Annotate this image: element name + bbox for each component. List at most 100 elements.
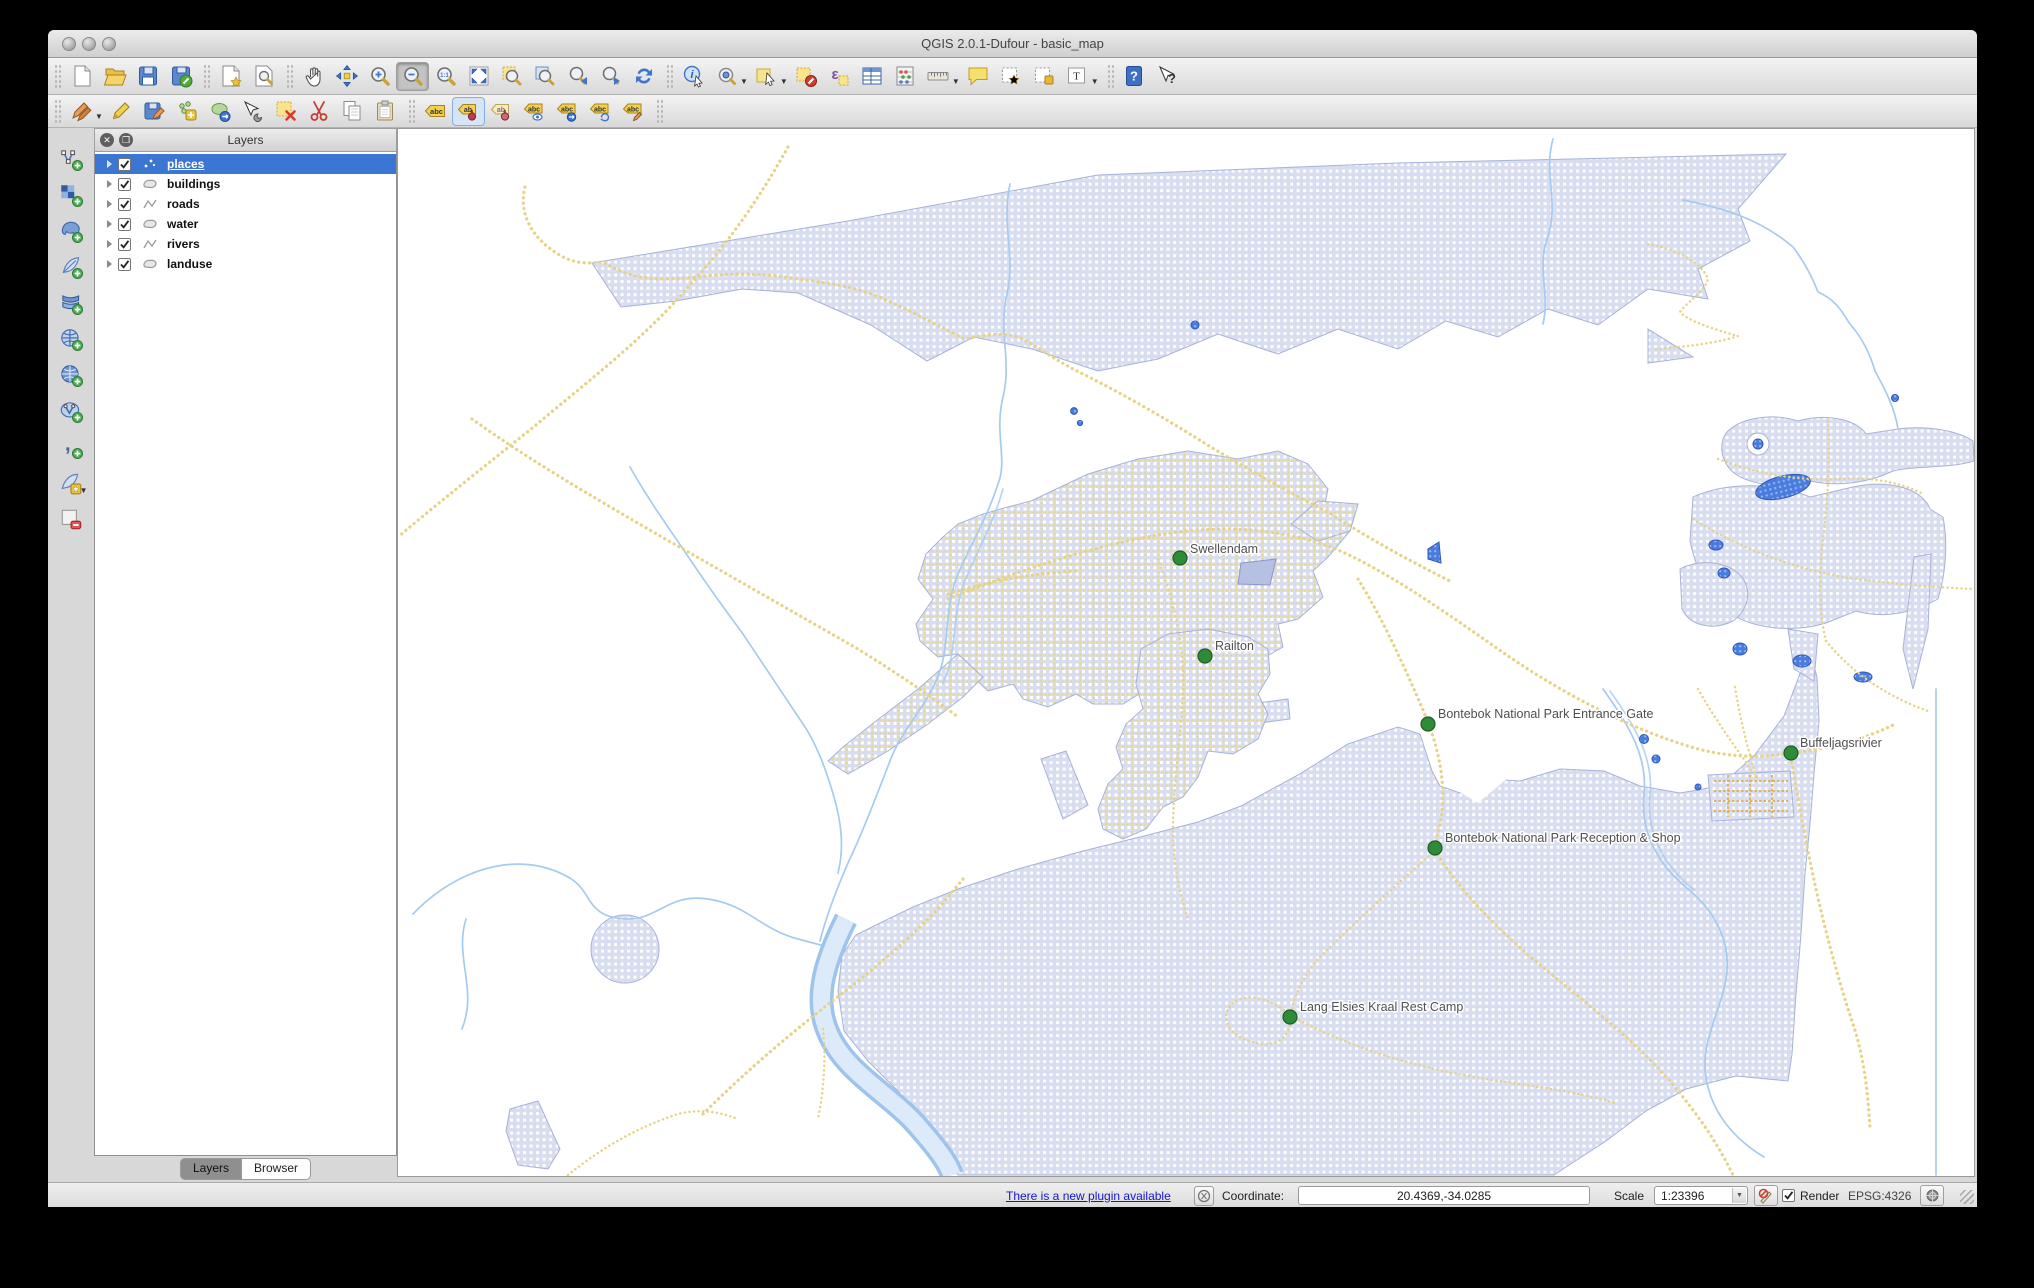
zoom-last-icon[interactable] xyxy=(561,62,594,91)
add-raster-layer-icon[interactable] xyxy=(55,180,88,209)
layer-item-rivers[interactable]: rivers xyxy=(95,234,396,254)
help-contents-icon[interactable]: ? xyxy=(1118,62,1151,91)
combo-dropdown-icon[interactable]: ▼ xyxy=(1732,1188,1746,1203)
whats-this-icon[interactable]: ? xyxy=(1151,62,1184,91)
layer-checkbox[interactable] xyxy=(118,217,131,231)
stop-render-icon[interactable] xyxy=(1754,1185,1778,1206)
add-feature-icon[interactable] xyxy=(171,97,204,126)
expand-arrow-icon[interactable] xyxy=(107,180,112,188)
layer-checkbox[interactable] xyxy=(118,177,131,191)
expand-arrow-icon[interactable] xyxy=(107,160,112,168)
toolbar-drag-handle[interactable] xyxy=(54,99,61,123)
coordinate-input[interactable]: 20.4369,-34.0285 xyxy=(1298,1186,1590,1205)
text-annotation-icon[interactable]: T xyxy=(1061,62,1094,91)
place-marker-railton[interactable] xyxy=(1197,648,1213,664)
float-panel-icon[interactable]: ❐ xyxy=(119,133,133,147)
node-tool-icon[interactable] xyxy=(237,97,270,126)
layer-checkbox[interactable] xyxy=(118,197,131,211)
zoom-actual-size-icon[interactable]: 1:1 xyxy=(429,62,462,91)
plugin-available-link[interactable]: There is a new plugin available xyxy=(1006,1189,1171,1203)
zoom-next-icon[interactable] xyxy=(594,62,627,91)
pan-map-icon[interactable] xyxy=(297,62,330,91)
place-marker-buffeljagsrivier[interactable] xyxy=(1783,745,1799,761)
layer-item-roads[interactable]: roads xyxy=(95,194,396,214)
new-print-composer-icon[interactable] xyxy=(214,62,247,91)
select-by-expression-icon[interactable]: ε xyxy=(823,62,856,91)
show-bookmarks-icon[interactable] xyxy=(1028,62,1061,91)
layer-checkbox[interactable] xyxy=(118,257,131,271)
current-edits-icon[interactable] xyxy=(65,97,98,126)
show-hide-labels-icon[interactable]: abc xyxy=(518,97,551,126)
place-marker-reception-shop[interactable] xyxy=(1427,840,1443,856)
delete-selected-icon[interactable] xyxy=(270,97,303,126)
identify-features-icon[interactable]: i xyxy=(677,62,710,91)
toolbar-drag-handle[interactable] xyxy=(666,64,673,88)
expand-arrow-icon[interactable] xyxy=(107,200,112,208)
render-checkbox[interactable] xyxy=(1782,1189,1795,1202)
plugin-icon[interactable] xyxy=(1194,1185,1214,1206)
save-project-as-icon[interactable] xyxy=(164,62,197,91)
paste-features-icon[interactable] xyxy=(369,97,402,126)
tab-layers[interactable]: Layers xyxy=(179,1158,242,1180)
toolbar-drag-handle[interactable] xyxy=(286,64,293,88)
run-feature-action-icon[interactable] xyxy=(710,62,743,91)
zoom-full-icon[interactable] xyxy=(462,62,495,91)
toolbar-drag-handle[interactable] xyxy=(655,99,663,123)
move-feature-icon[interactable] xyxy=(204,97,237,126)
save-layer-edits-icon[interactable] xyxy=(138,97,171,126)
toolbar-drag-handle[interactable] xyxy=(203,64,210,88)
new-shapefile-layer-icon[interactable]: ▼ xyxy=(55,468,88,497)
pan-to-selection-icon[interactable] xyxy=(330,62,363,91)
highlight-pinned-labels-icon[interactable]: ab xyxy=(485,97,518,126)
add-mssql-layer-icon[interactable] xyxy=(55,288,88,317)
toolbar-drag-handle[interactable] xyxy=(407,99,415,123)
zoom-out-icon[interactable] xyxy=(396,61,429,91)
add-postgis-layer-icon[interactable] xyxy=(55,216,88,245)
pin-unpin-labels-icon[interactable]: ab xyxy=(451,96,485,126)
zoom-to-selection-icon[interactable] xyxy=(495,62,528,91)
toggle-editing-icon[interactable] xyxy=(105,97,138,126)
map-tips-icon[interactable] xyxy=(962,62,995,91)
refresh-icon[interactable] xyxy=(627,62,660,91)
add-wfs-layer-icon[interactable] xyxy=(55,396,88,425)
copy-features-icon[interactable] xyxy=(336,97,369,126)
layer-item-places[interactable]: places xyxy=(95,154,396,174)
place-marker-lang-elsies[interactable] xyxy=(1282,1009,1298,1025)
select-features-icon[interactable] xyxy=(750,62,783,91)
expand-arrow-icon[interactable] xyxy=(107,260,112,268)
add-delimited-text-layer-icon[interactable]: , xyxy=(55,432,88,461)
toolbar-drag-handle[interactable] xyxy=(54,64,61,88)
rotate-label-icon[interactable]: abc xyxy=(584,97,617,126)
zoom-in-icon[interactable] xyxy=(363,62,396,91)
expand-arrow-icon[interactable] xyxy=(107,240,112,248)
open-project-icon[interactable] xyxy=(98,62,131,91)
cut-features-icon[interactable] xyxy=(303,97,336,126)
deselect-features-icon[interactable] xyxy=(790,62,823,91)
new-bookmark-icon[interactable] xyxy=(995,62,1028,91)
open-attribute-table-icon[interactable] xyxy=(856,62,889,91)
remove-layer-group-icon[interactable] xyxy=(55,504,88,533)
add-wms-layer-icon[interactable] xyxy=(55,324,88,353)
add-vector-layer-icon[interactable] xyxy=(55,144,88,173)
layer-item-water[interactable]: water xyxy=(95,214,396,234)
change-label-properties-icon[interactable]: abc xyxy=(617,97,650,126)
crs-status-icon[interactable] xyxy=(1920,1185,1944,1206)
tab-browser[interactable]: Browser xyxy=(242,1158,312,1180)
new-project-icon[interactable] xyxy=(65,62,98,91)
move-label-icon[interactable]: abc xyxy=(551,97,584,126)
place-marker-swellendam[interactable] xyxy=(1172,550,1188,566)
add-wcs-layer-icon[interactable] xyxy=(55,360,88,389)
map-canvas[interactable]: Swellendam Railton Bontebok National Par… xyxy=(397,128,1975,1177)
layer-item-landuse[interactable]: landuse xyxy=(95,254,396,274)
measure-line-icon[interactable] xyxy=(922,62,955,91)
resize-grip[interactable] xyxy=(1960,1190,1974,1204)
add-spatialite-layer-icon[interactable] xyxy=(55,252,88,281)
composer-manager-icon[interactable] xyxy=(247,62,280,91)
close-panel-icon[interactable]: ✕ xyxy=(100,133,114,147)
place-marker-entrance-gate[interactable] xyxy=(1420,716,1436,732)
layer-item-buildings[interactable]: buildings xyxy=(95,174,396,194)
layer-checkbox[interactable] xyxy=(118,157,131,171)
expand-arrow-icon[interactable] xyxy=(107,220,112,228)
zoom-to-layer-icon[interactable] xyxy=(528,62,561,91)
field-calculator-icon[interactable] xyxy=(889,62,922,91)
